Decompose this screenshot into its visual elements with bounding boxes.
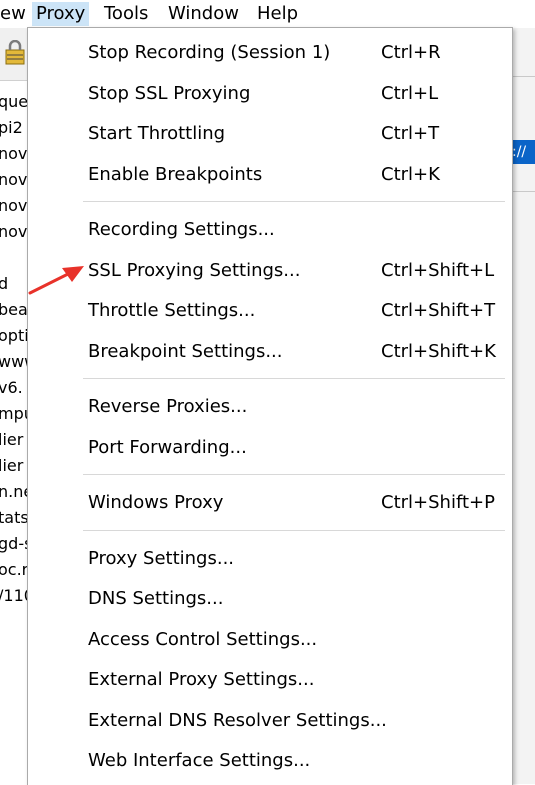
session-list-row[interactable]: lier [0,454,28,478]
session-list-row[interactable]: gd-s [0,532,28,556]
session-list-row[interactable]: tats [0,506,28,530]
session-list-row[interactable]: bea [0,298,28,322]
menu-item-label: Proxy Settings... [88,548,235,569]
menu-tools[interactable]: Tools [100,2,152,26]
menu-item-label: Access Control Settings... [88,629,318,650]
session-list-row[interactable]: lier [0,428,28,452]
session-list-row[interactable]: www [0,350,28,374]
menu-item-shortcut: Ctrl+L [381,83,439,104]
menu-item-external-proxy-settings[interactable]: External Proxy Settings... [28,660,512,700]
menu-item-label: Enable Breakpoints [88,164,263,185]
session-list-row[interactable]: nov [0,194,28,218]
menu-item-enable-breakpoints[interactable]: Enable Breakpoints Ctrl+K [28,155,512,195]
session-list-row[interactable]: opti [0,324,28,348]
divider [512,76,535,77]
menu-item-windows-proxy[interactable]: Windows Proxy Ctrl+Shift+P [28,483,512,523]
lock-icon[interactable] [4,40,26,66]
selected-url-text: :// [512,144,527,160]
session-list-row[interactable]: /110 [0,584,28,608]
menu-separator [83,201,505,202]
menu-item-external-dns-resolver-settings[interactable]: External DNS Resolver Settings... [28,701,512,741]
menu-item-label: Start Throttling [88,123,226,144]
menu-item-label: Windows Proxy [88,492,224,513]
session-list-row[interactable]: nov [0,168,28,192]
menu-item-label: Reverse Proxies... [88,396,248,417]
menu-item-label: Web Interface Settings... [88,750,311,771]
menu-item-stop-ssl-proxying[interactable]: Stop SSL Proxying Ctrl+L [28,74,512,114]
menu-item-shortcut: Ctrl+Shift+P [381,492,495,513]
menu-item-dns-settings[interactable]: DNS Settings... [28,579,512,619]
session-list-row[interactable]: nov [0,142,28,166]
menu-item-shortcut: Ctrl+R [381,42,441,63]
annotation-arrow-icon [28,266,84,295]
menu-item-shortcut: Ctrl+T [381,123,440,144]
session-list-row[interactable]: nov [0,220,28,244]
menu-item-label: Stop Recording (Session 1) [88,42,331,63]
menu-item-proxy-settings[interactable]: Proxy Settings... [28,539,512,579]
menu-window[interactable]: Window [164,2,243,26]
session-list-row[interactable]: v6. [0,376,28,400]
menu-item-label: Recording Settings... [88,219,275,240]
menu-separator [83,530,505,531]
session-list-row[interactable]: d [0,272,28,296]
session-list-row[interactable]: n.ne [0,480,28,504]
menu-separator [83,474,505,475]
menu-item-stop-recording-session-1[interactable]: Stop Recording (Session 1) Ctrl+R [28,33,512,73]
menu-item-label: SSL Proxying Settings... [88,260,301,281]
menu-item-throttle-settings[interactable]: Throttle Settings... Ctrl+Shift+T [28,291,512,331]
menu-proxy[interactable]: Proxy [32,2,90,26]
menu-item-web-interface-settings[interactable]: Web Interface Settings... [28,741,512,781]
menu-help[interactable]: Help [253,2,302,26]
menu-item-label: Stop SSL Proxying [88,83,251,104]
menu-item-label: Throttle Settings... [88,300,256,321]
menu-item-label: Breakpoint Settings... [88,341,283,362]
menu-bar: ew Proxy Tools Window Help [0,0,535,28]
menu-item-label: External Proxy Settings... [88,669,315,690]
menu-item-label: External DNS Resolver Settings... [88,710,387,731]
menu-item-breakpoint-settings[interactable]: Breakpoint Settings... Ctrl+Shift+K [28,332,512,372]
menu-view[interactable]: ew [0,2,30,26]
menu-item-shortcut: Ctrl+Shift+L [381,260,495,281]
menu-item-ssl-proxying-settings[interactable]: SSL Proxying Settings... Ctrl+Shift+L [28,251,512,291]
menu-item-label: DNS Settings... [88,588,224,609]
session-list-row[interactable]: oc.r [0,558,28,582]
session-list-row[interactable]: que [0,90,28,114]
selected-url-field[interactable]: :// [512,140,535,164]
menu-item-access-control-settings[interactable]: Access Control Settings... [28,620,512,660]
menu-separator [83,378,505,379]
session-list-row[interactable]: pi2 [0,116,28,140]
menu-item-label: Port Forwarding... [88,437,247,458]
divider [512,191,535,192]
menu-item-start-throttling[interactable]: Start Throttling Ctrl+T [28,114,512,154]
menu-item-port-forwarding[interactable]: Port Forwarding... [28,428,512,468]
session-list-row[interactable]: mpu [0,402,28,426]
menu-item-shortcut: Ctrl+Shift+K [381,341,496,362]
menu-item-shortcut: Ctrl+K [381,164,440,185]
menu-item-reverse-proxies[interactable]: Reverse Proxies... [28,387,512,427]
proxy-menu: Stop Recording (Session 1) Ctrl+R Stop SSL… [27,27,513,785]
menu-item-recording-settings[interactable]: Recording Settings... [28,210,512,250]
session-list-row[interactable] [0,246,28,270]
menu-item-shortcut: Ctrl+Shift+T [381,300,496,321]
